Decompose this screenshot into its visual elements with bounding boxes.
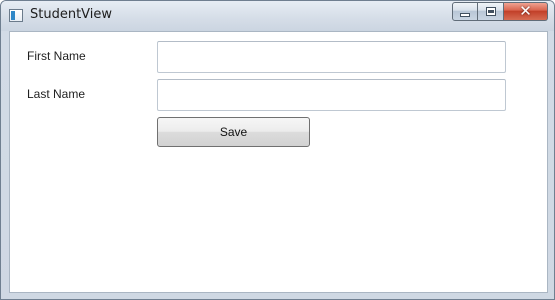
close-icon: ✕ <box>519 2 532 20</box>
window-title: StudentView <box>30 7 113 22</box>
close-button[interactable]: ✕ <box>504 2 548 21</box>
save-button[interactable]: Save <box>157 117 310 147</box>
maximize-button[interactable] <box>478 2 504 21</box>
student-view-window: StudentView ✕ First Name Last Name Save <box>0 0 555 300</box>
minimize-button[interactable] <box>452 2 478 21</box>
maximize-icon <box>485 7 496 16</box>
minimize-icon <box>460 13 470 17</box>
first-name-label: First Name <box>27 49 86 63</box>
window-controls: ✕ <box>452 2 548 21</box>
last-name-label: Last Name <box>27 87 86 101</box>
title-bar[interactable]: StudentView ✕ <box>1 1 554 31</box>
window-app-icon <box>9 9 23 22</box>
first-name-input[interactable] <box>157 41 506 73</box>
last-name-input[interactable] <box>157 79 506 111</box>
